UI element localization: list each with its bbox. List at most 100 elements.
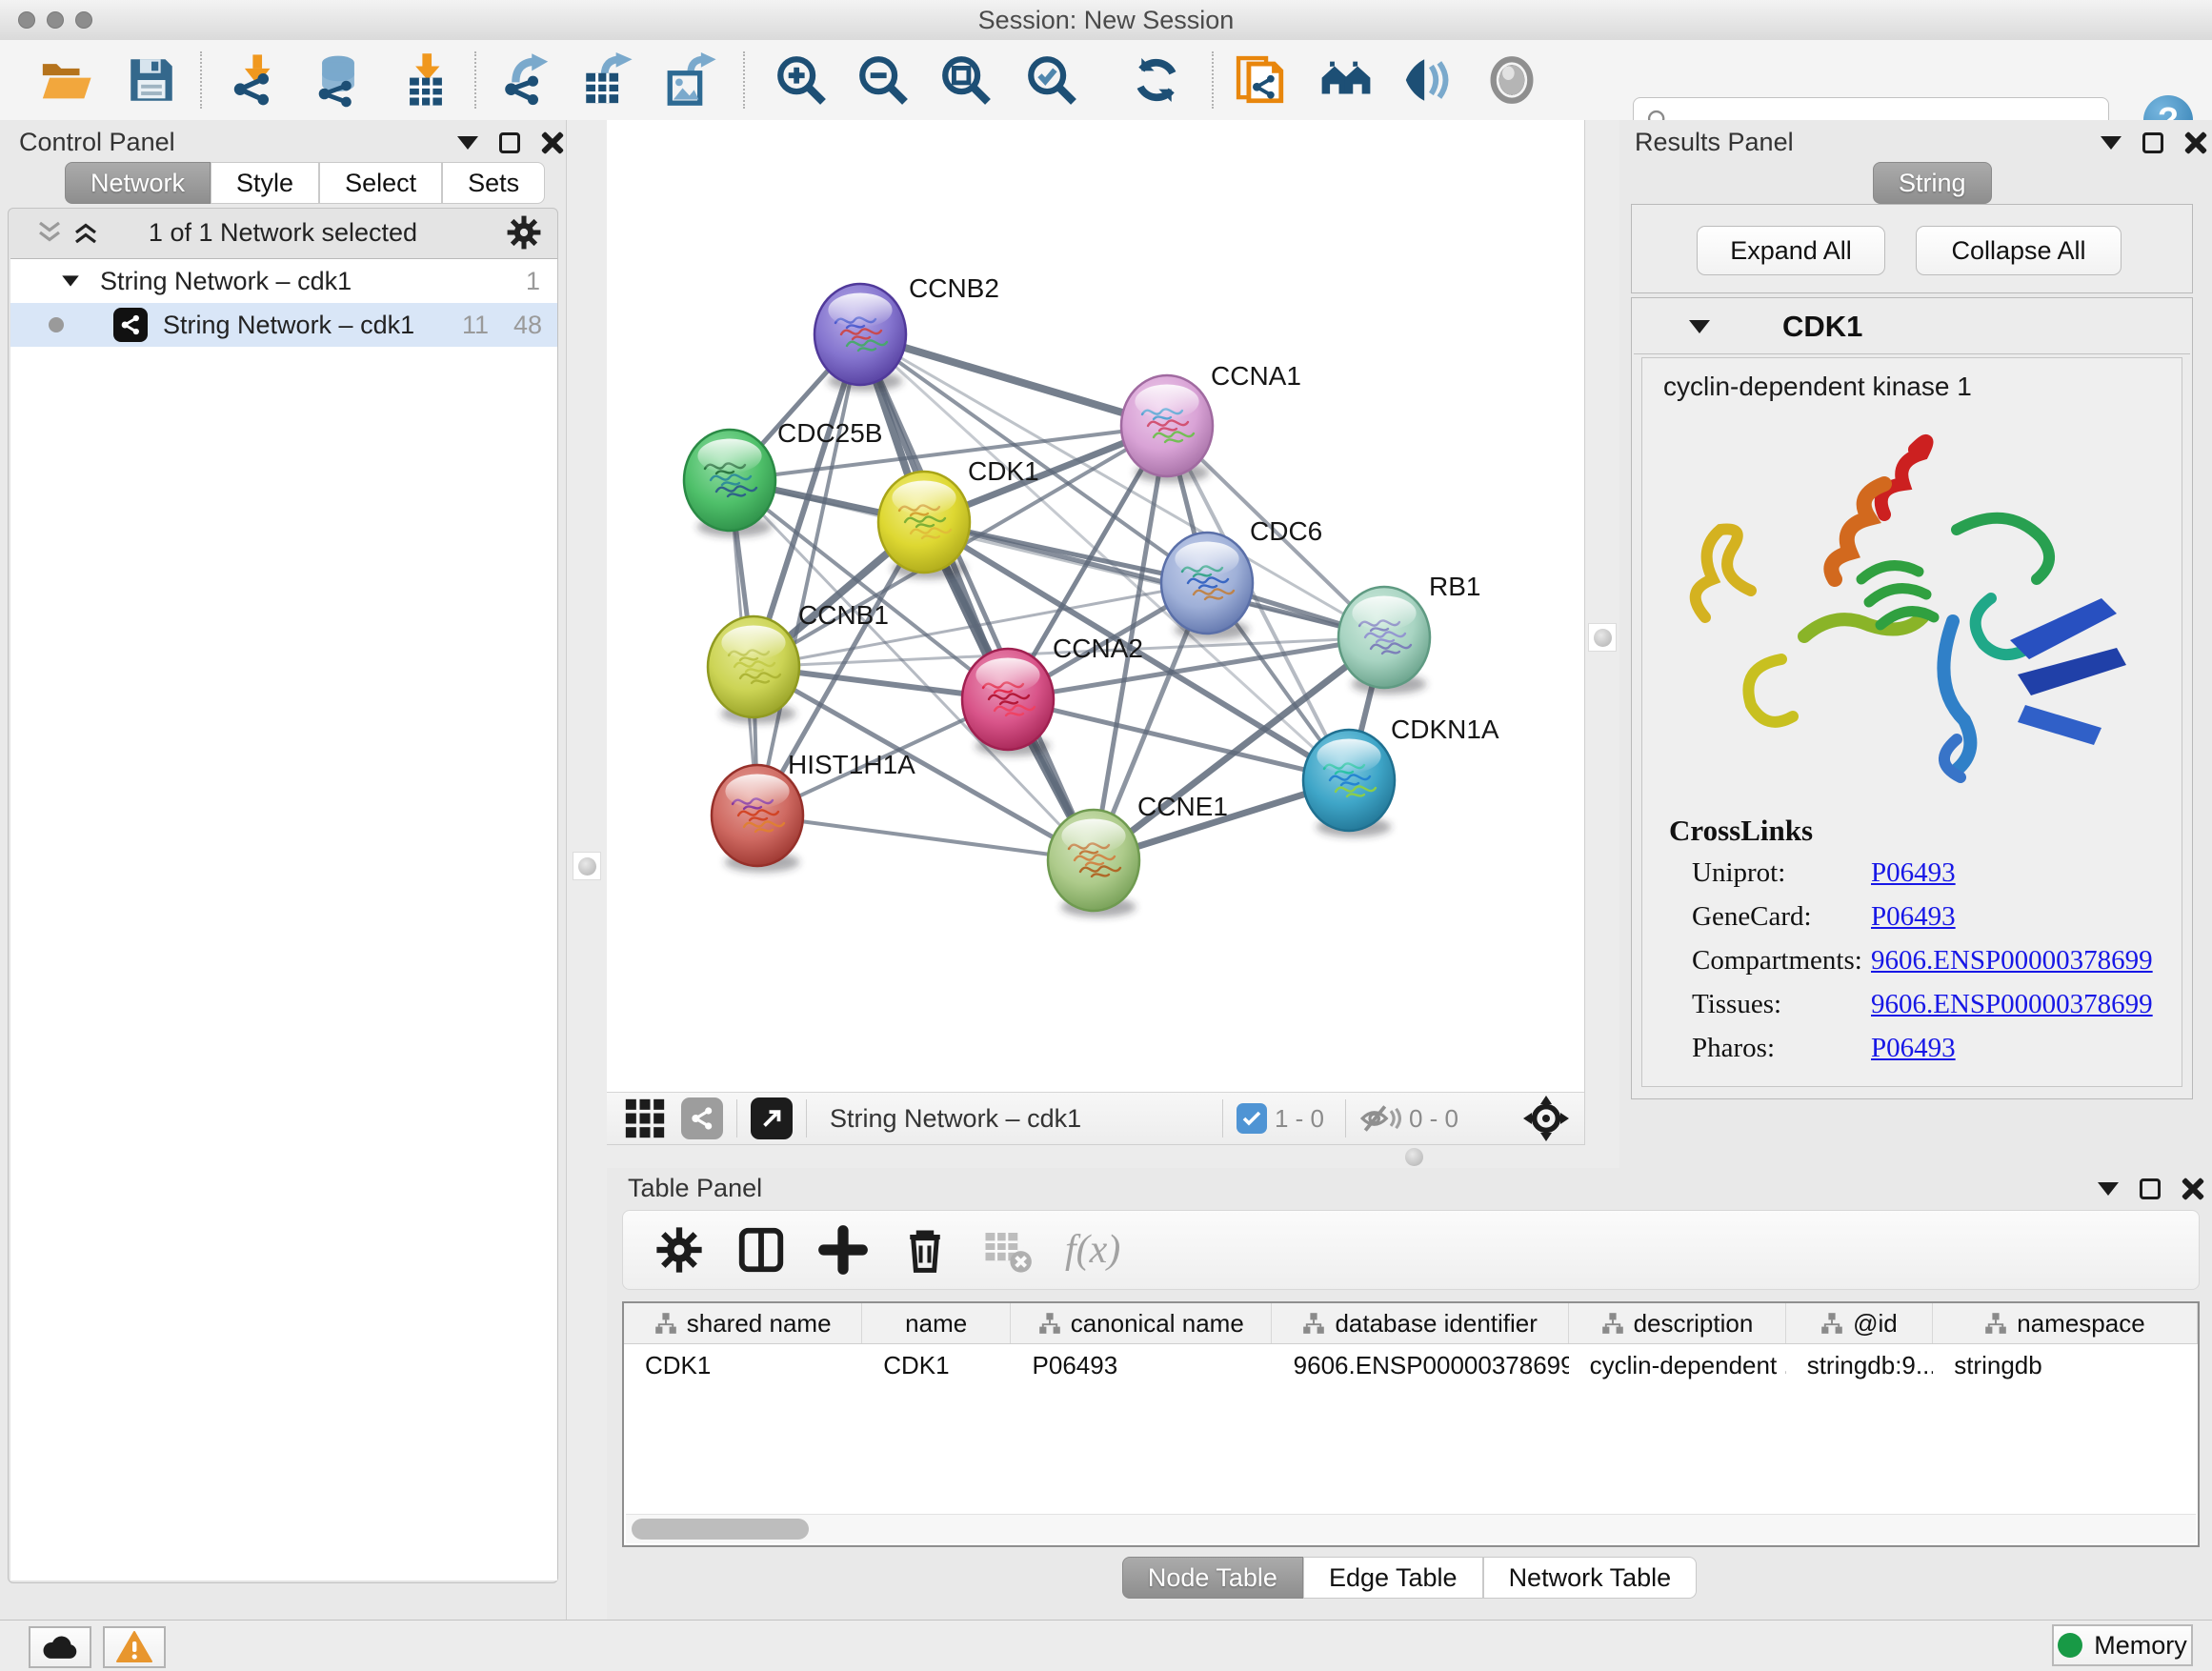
crosslink-tissues-link[interactable]: 9606.ENSP00000378699: [1871, 989, 2153, 1020]
zoom-in-icon[interactable]: [774, 52, 829, 108]
table-row[interactable]: CDK1 CDK1 P06493 9606.ENSP00000378699 cy…: [624, 1344, 2198, 1386]
tab-node-table[interactable]: Node Table: [1122, 1557, 1303, 1599]
column-header-description[interactable]: description: [1569, 1303, 1786, 1343]
table-splitter-handle[interactable]: [1405, 1148, 1423, 1166]
refresh-view-icon[interactable]: [1129, 52, 1184, 108]
column-header-database-identifier[interactable]: database identifier: [1272, 1303, 1568, 1343]
control-panel-close-icon[interactable]: [541, 131, 564, 154]
tab-style[interactable]: Style: [211, 162, 319, 204]
column-header-id[interactable]: @id: [1786, 1303, 1933, 1343]
network-node-CCNA1[interactable]: CCNA1: [1121, 361, 1301, 483]
entry-header[interactable]: CDK1: [1634, 300, 2190, 354]
table-panel-close-icon[interactable]: [2182, 1178, 2204, 1200]
save-session-icon[interactable]: [124, 52, 179, 108]
import-network-file-icon[interactable]: [229, 52, 284, 108]
cell-description[interactable]: cyclin-dependent ...: [1569, 1351, 1786, 1380]
preview-ball-icon[interactable]: [1484, 52, 1539, 108]
cell-name[interactable]: CDK1: [862, 1351, 1011, 1380]
cell-namespace[interactable]: stringdb: [1933, 1351, 2198, 1380]
column-header-shared-name[interactable]: shared name: [624, 1303, 862, 1343]
create-column-icon[interactable]: [817, 1224, 869, 1276]
export-image-icon[interactable]: [663, 52, 718, 108]
open-in-window-icon[interactable]: [751, 1097, 793, 1139]
tab-network[interactable]: Network: [65, 162, 211, 204]
column-header-namespace[interactable]: namespace: [1933, 1303, 2198, 1343]
results-panel-close-icon[interactable]: [2184, 131, 2207, 154]
network-graph[interactable]: CCNB2CCNA1CDC25BCDK1CDC6RB1CCNB1CCNA2CDK…: [607, 120, 1584, 1092]
network-options-gear-icon[interactable]: [506, 214, 542, 251]
network-node-RB1[interactable]: RB1: [1338, 572, 1480, 695]
crosslink-genecard-link[interactable]: P06493: [1871, 901, 1956, 933]
entry-collapse-icon[interactable]: [1689, 320, 1710, 333]
results-panel-float-icon[interactable]: [2142, 132, 2163, 153]
scrollbar-thumb[interactable]: [632, 1519, 809, 1540]
right-splitter-handle[interactable]: [1588, 623, 1617, 652]
cell-canonical-name[interactable]: P06493: [1012, 1351, 1273, 1380]
crosslink-label: GeneCard:: [1692, 901, 1812, 933]
network-edge-CCNB2-CCNA1[interactable]: [860, 334, 1167, 426]
tab-select[interactable]: Select: [319, 162, 442, 204]
delete-table-icon: [981, 1224, 1033, 1276]
table-options-gear-icon[interactable]: [654, 1224, 705, 1276]
cloud-status-button[interactable]: [29, 1626, 91, 1668]
table-tabs: Node Table Edge Table Network Table: [607, 1557, 2212, 1599]
network-node-CDKN1A[interactable]: CDKN1A: [1303, 715, 1499, 837]
expand-all-button[interactable]: Expand All: [1697, 226, 1885, 275]
export-network-icon[interactable]: [497, 52, 553, 108]
network-collection-row[interactable]: String Network – cdk1 1: [10, 259, 557, 303]
left-splitter-handle[interactable]: [573, 852, 601, 880]
control-panel-float-icon[interactable]: [499, 132, 520, 153]
network-edge-HIST1H1A-CCNE1[interactable]: [757, 815, 1094, 860]
import-clipboard-icon[interactable]: [1233, 52, 1288, 108]
network-node-label-CDC6: CDC6: [1250, 516, 1322, 546]
tab-network-table[interactable]: Network Table: [1483, 1557, 1698, 1599]
right-splitter[interactable]: [1584, 120, 1621, 1168]
tab-sets[interactable]: Sets: [442, 162, 545, 204]
cell-database-identifier[interactable]: 9606.ENSP00000378699: [1273, 1351, 1569, 1380]
hide-panel-icon[interactable]: [1401, 52, 1457, 108]
crosslink-pharos-link[interactable]: P06493: [1871, 1033, 1956, 1064]
network-node-CCNE1[interactable]: CCNE1: [1048, 792, 1228, 917]
network-node-CCNB2[interactable]: CCNB2: [814, 273, 999, 392]
memory-button[interactable]: Memory: [2052, 1624, 2193, 1666]
collection-count: 1: [526, 267, 540, 296]
string-view-icon[interactable]: [681, 1097, 723, 1139]
table-horizontal-scrollbar[interactable]: [626, 1514, 2196, 1543]
network-view-canvas[interactable]: CCNB2CCNA1CDC25BCDK1CDC6RB1CCNB1CCNA2CDK…: [607, 120, 1584, 1092]
cell-shared-name[interactable]: CDK1: [624, 1351, 862, 1380]
selected-checkbox-icon[interactable]: [1237, 1103, 1267, 1134]
cell-id[interactable]: stringdb:9...: [1786, 1351, 1934, 1380]
network-edge-CCNB2-CCNE1[interactable]: [860, 334, 1094, 860]
column-header-name[interactable]: name: [862, 1303, 1011, 1343]
string-home-icon[interactable]: [1318, 52, 1374, 108]
show-columns-icon[interactable]: [735, 1224, 787, 1276]
collapse-all-button[interactable]: Collapse All: [1916, 226, 2122, 275]
table-panel-collapse-icon[interactable]: [2098, 1182, 2119, 1196]
export-table-icon[interactable]: [579, 52, 634, 108]
tab-string-results[interactable]: String: [1873, 162, 1992, 204]
delete-column-icon[interactable]: [899, 1224, 951, 1276]
open-session-icon[interactable]: [38, 52, 93, 108]
zoom-selected-icon[interactable]: [1024, 52, 1079, 108]
fit-selected-crosshair-icon[interactable]: [1523, 1096, 1569, 1141]
network-edge-CCNB2-HIST1H1A[interactable]: [757, 334, 860, 815]
table-panel-float-icon[interactable]: [2140, 1178, 2161, 1199]
warning-status-button[interactable]: [103, 1626, 166, 1668]
results-panel-collapse-icon[interactable]: [2101, 136, 2122, 150]
network-node-CDC25B[interactable]: CDC25B: [684, 418, 882, 537]
collection-expander-icon[interactable]: [62, 275, 79, 286]
network-row[interactable]: String Network – cdk1 11 48: [10, 303, 557, 347]
network-node-CDC6[interactable]: CDC6: [1161, 516, 1322, 640]
tab-edge-table[interactable]: Edge Table: [1303, 1557, 1483, 1599]
zoom-out-icon[interactable]: [855, 52, 911, 108]
column-header-canonical-name[interactable]: canonical name: [1011, 1303, 1272, 1343]
birdseye-view-icon[interactable]: [624, 1097, 666, 1139]
import-table-icon[interactable]: [398, 52, 453, 108]
left-splitter[interactable]: [566, 120, 609, 1620]
crosslink-uniprot-link[interactable]: P06493: [1871, 857, 1956, 889]
network-node-HIST1H1A[interactable]: HIST1H1A: [712, 750, 915, 873]
control-panel-collapse-icon[interactable]: [457, 136, 478, 150]
crosslink-compartments-link[interactable]: 9606.ENSP00000378699: [1871, 945, 2153, 976]
import-network-database-icon[interactable]: [311, 52, 366, 108]
zoom-fit-icon[interactable]: [938, 52, 994, 108]
